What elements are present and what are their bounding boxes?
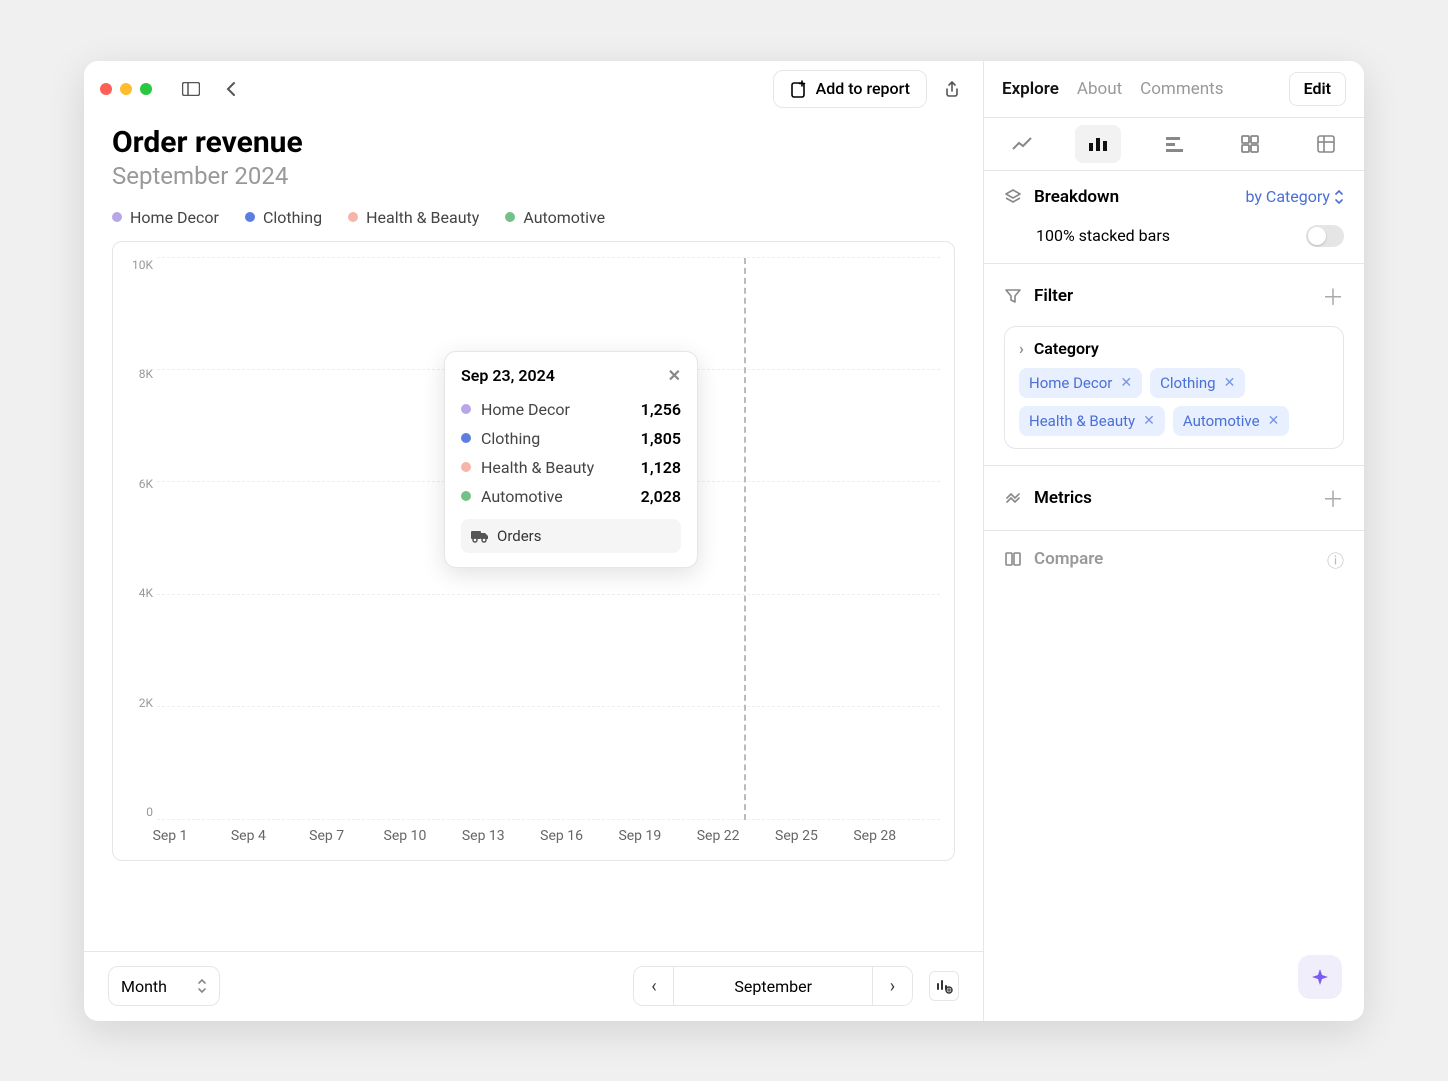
legend-item[interactable]: Health & Beauty — [348, 208, 479, 227]
close-icon[interactable]: ✕ — [668, 366, 681, 385]
add-to-report-label: Add to report — [816, 79, 910, 98]
tab-explore[interactable]: Explore — [1002, 79, 1059, 99]
tooltip-footer: Orders — [497, 527, 542, 545]
breakdown-by-select[interactable]: by Category — [1245, 187, 1344, 206]
sidebar-toggle-icon[interactable] — [176, 74, 206, 104]
filter-label: Filter — [1034, 286, 1310, 306]
page-title: Order revenue — [112, 125, 955, 160]
filter-chip[interactable]: Home Decor✕ — [1019, 368, 1142, 398]
chart-settings-icon[interactable] — [929, 971, 959, 1001]
period-prev-button[interactable]: ‹ — [634, 967, 674, 1005]
metrics-icon — [1004, 489, 1022, 507]
share-icon[interactable] — [937, 74, 967, 104]
period-stepper: ‹ September › — [633, 966, 913, 1006]
truck-icon — [471, 529, 489, 543]
layers-icon — [1004, 188, 1022, 206]
period-next-button[interactable]: › — [872, 967, 912, 1005]
add-metric-button[interactable]: ＋ — [1322, 482, 1344, 514]
filter-chip[interactable]: Clothing✕ — [1150, 368, 1245, 398]
chevron-right-icon[interactable]: › — [1019, 339, 1024, 358]
add-filter-button[interactable]: ＋ — [1322, 280, 1344, 312]
legend-item[interactable]: Clothing — [245, 208, 322, 227]
compare-icon — [1004, 550, 1022, 568]
tab-about[interactable]: About — [1077, 79, 1122, 99]
chip-remove-icon[interactable]: ✕ — [1120, 375, 1132, 391]
chart-type-line[interactable] — [999, 125, 1045, 163]
edit-button[interactable]: Edit — [1289, 72, 1346, 106]
back-icon[interactable] — [216, 74, 246, 104]
breakdown-label: Breakdown — [1034, 187, 1233, 207]
filter-group-label: Category — [1034, 339, 1099, 358]
filter-chip[interactable]: Health & Beauty✕ — [1019, 406, 1165, 436]
stacked-toggle[interactable] — [1306, 225, 1344, 247]
filter-chip[interactable]: Automotive✕ — [1173, 406, 1289, 436]
chip-remove-icon[interactable]: ✕ — [1224, 375, 1236, 391]
metrics-label: Metrics — [1034, 488, 1310, 508]
chart-type-hbar[interactable] — [1151, 125, 1197, 163]
legend-item[interactable]: Home Decor — [112, 208, 219, 227]
page-subtitle: September 2024 — [112, 162, 955, 190]
legend-item[interactable]: Automotive — [505, 208, 605, 227]
add-to-report-button[interactable]: Add to report — [773, 70, 927, 108]
chip-remove-icon[interactable]: ✕ — [1268, 413, 1280, 429]
stacked-toggle-label: 100% stacked bars — [1036, 226, 1170, 245]
chip-remove-icon[interactable]: ✕ — [1143, 413, 1155, 429]
granularity-select[interactable]: Month — [108, 966, 220, 1006]
chart-type-grid[interactable] — [1227, 125, 1273, 163]
ai-assistant-button[interactable] — [1298, 955, 1342, 999]
window-controls[interactable] — [100, 83, 152, 95]
filter-icon — [1004, 287, 1022, 305]
tooltip-date: Sep 23, 2024 — [461, 366, 555, 385]
chart-tooltip: Sep 23, 2024 ✕ Home Decor1,256Clothing1,… — [444, 351, 698, 568]
tab-comments[interactable]: Comments — [1140, 79, 1223, 99]
info-icon[interactable]: ⓘ — [1327, 547, 1344, 572]
chart-type-table[interactable] — [1303, 125, 1349, 163]
period-label: September — [674, 977, 872, 996]
filter-group: › Category Home Decor✕ Clothing✕ Health & … — [1004, 326, 1344, 449]
compare-label: Compare — [1034, 549, 1315, 569]
chart-type-bar[interactable] — [1075, 125, 1121, 163]
